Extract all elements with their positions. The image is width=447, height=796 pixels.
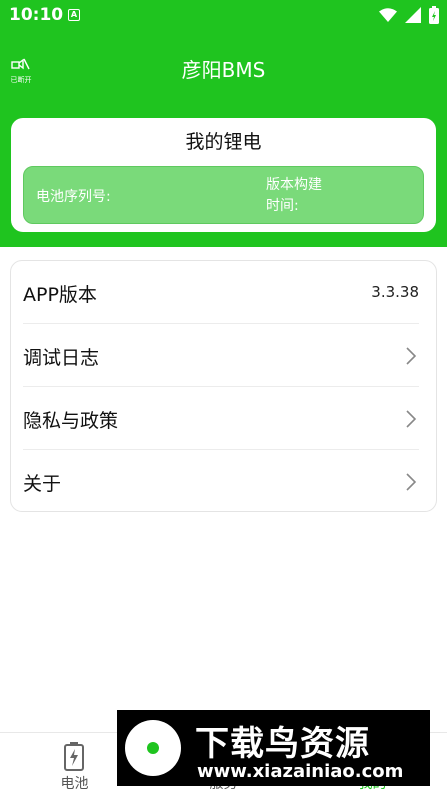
status-bar: 10:10 A (0, 0, 447, 32)
menu-item-debug-log[interactable]: 调试日志 (23, 324, 419, 387)
menu-item-app-version: APP版本 3.3.38 (23, 261, 419, 324)
system-icons (379, 6, 439, 24)
status-time: 10:10 (9, 5, 64, 25)
chevron-right-icon (406, 347, 417, 365)
menu-item-label: APP版本 (23, 284, 97, 306)
battery-card: 我的锂电 电池序列号: 版本构建时间: (11, 118, 436, 232)
app-version-value: 3.3.38 (371, 283, 419, 301)
serial-number-label: 电池序列号: (36, 189, 111, 205)
menu-item-about[interactable]: 关于 (23, 450, 419, 513)
chevron-right-icon (406, 410, 417, 428)
chevron-right-icon (406, 473, 417, 491)
build-time-label: 版本构建时间: (266, 177, 322, 214)
notification-icon: A (68, 9, 80, 21)
signal-icon (405, 7, 421, 23)
settings-menu: APP版本 3.3.38 调试日志 隐私与政策 关于 (10, 260, 437, 512)
battery-status-icon (429, 6, 439, 24)
wifi-icon (379, 8, 397, 22)
watermark-url: www.xiazainiao.com (197, 761, 404, 782)
menu-item-label: 调试日志 (23, 347, 100, 369)
battery-icon (64, 742, 84, 771)
menu-item-label: 关于 (23, 473, 62, 495)
app-title: 彦阳BMS (181, 58, 266, 82)
battery-card-title: 我的锂电 (185, 131, 262, 153)
menu-item-privacy-policy[interactable]: 隐私与政策 (23, 387, 419, 450)
bird-logo-icon (125, 720, 181, 776)
menu-item-label: 隐私与政策 (23, 410, 119, 432)
battery-info-box: 电池序列号: 版本构建时间: (23, 166, 424, 224)
watermark-banner: 下载鸟资源 www.xiazainiao.com (117, 710, 430, 786)
watermark-title: 下载鸟资源 (195, 724, 370, 764)
